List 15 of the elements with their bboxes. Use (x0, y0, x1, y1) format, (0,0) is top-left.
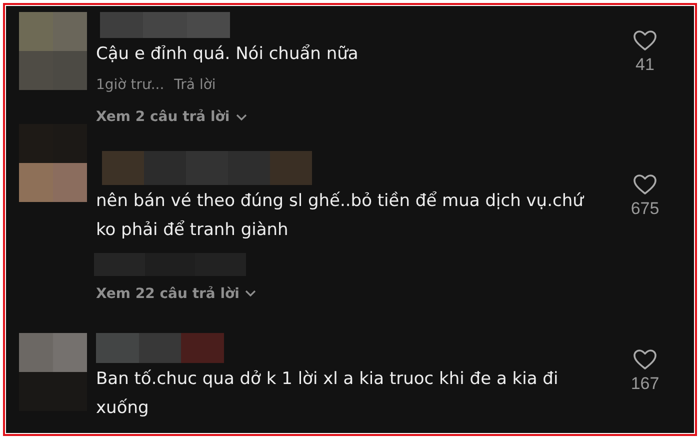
reply-link[interactable]: Trả lời (174, 77, 216, 93)
heart-icon[interactable] (633, 174, 657, 195)
heart-icon[interactable] (633, 348, 657, 370)
comment-text: nên bán vé theo đúng sl ghế..bỏ tiền để mua dịch vụ.chứ ko phải để tranh giành (96, 190, 586, 242)
comment-text: Ban tố.chuc qua dở k 1 lời xl a kia truoc khi đe a kia đi xuống (96, 368, 560, 420)
like-count: 675 (630, 198, 660, 219)
view-replies-button[interactable]: Xem 22 câu trả lời (96, 286, 256, 302)
view-replies-button[interactable]: Xem 2 câu trả lời (96, 109, 247, 125)
comment-text: Cậu e đỉnh quá. Nói chuẩn nữa (96, 43, 360, 66)
comment-time: 1giờ trư... (96, 77, 164, 93)
heart-icon[interactable] (633, 30, 657, 51)
like-count: 41 (636, 55, 654, 75)
chevron-down-icon (245, 290, 256, 298)
chevron-down-icon (236, 114, 247, 120)
like-count: 167 (630, 374, 660, 394)
